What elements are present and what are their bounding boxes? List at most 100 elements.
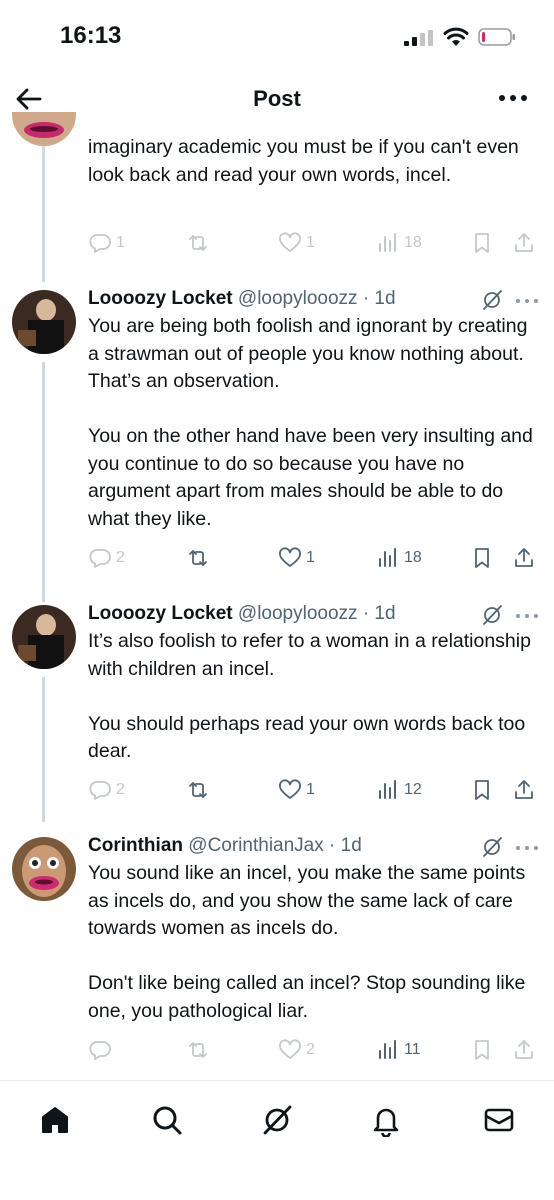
reply-button[interactable]: 1 bbox=[88, 230, 125, 256]
more-horizontal-icon[interactable] bbox=[514, 296, 540, 306]
status-time: 16:13 bbox=[60, 22, 122, 49]
bar-chart-icon bbox=[379, 233, 396, 252]
bookmark-button[interactable] bbox=[470, 1037, 494, 1063]
speech-bubble-icon bbox=[89, 234, 111, 253]
share-icon bbox=[515, 548, 533, 567]
views-count: 18 bbox=[404, 234, 422, 251]
tweet-header: Corinthian @CorinthianJax · 1d bbox=[88, 835, 362, 857]
avatar[interactable] bbox=[12, 605, 76, 669]
views-count: 18 bbox=[404, 549, 422, 566]
bookmark-button[interactable] bbox=[470, 777, 494, 803]
grok-icon[interactable] bbox=[260, 1103, 294, 1137]
bookmark-button[interactable] bbox=[470, 230, 494, 256]
like-button[interactable]: 1 bbox=[278, 777, 315, 803]
reply-tweet[interactable]: Loooozy Locket @loopylooozz · 1d You are… bbox=[0, 288, 554, 588]
bookmark-icon bbox=[475, 1040, 489, 1060]
retweet-button[interactable] bbox=[186, 230, 210, 256]
heart-icon bbox=[279, 1039, 301, 1059]
reply-count: 1 bbox=[116, 234, 125, 251]
tweet-actions: 1 1 18 bbox=[88, 230, 544, 256]
like-button[interactable]: 2 bbox=[278, 1037, 315, 1063]
tweet-header: Loooozy Locket @loopylooozz · 1d bbox=[88, 288, 396, 310]
share-button[interactable] bbox=[512, 545, 536, 571]
author-handle[interactable]: @loopylooozz bbox=[238, 603, 358, 624]
heart-icon bbox=[279, 547, 301, 567]
retweet-button[interactable] bbox=[186, 545, 210, 571]
tweet-text: You sound like an incel, you make the sa… bbox=[88, 862, 526, 1022]
retweet-icon bbox=[189, 550, 207, 566]
reply-tweet[interactable]: Corinthian @CorinthianJax · 1d You sound… bbox=[0, 835, 554, 1075]
like-count: 2 bbox=[306, 1041, 315, 1058]
tweet-actions: 2 1 12 bbox=[88, 777, 544, 803]
views-count: 12 bbox=[404, 781, 422, 798]
share-icon bbox=[515, 1040, 533, 1059]
reply-tweet[interactable]: imaginary academic you must be if you ca… bbox=[0, 112, 554, 262]
author-name[interactable]: Loooozy Locket bbox=[88, 603, 233, 624]
more-horizontal-icon[interactable] bbox=[514, 611, 540, 621]
views-button[interactable]: 18 bbox=[376, 545, 422, 571]
reply-button[interactable]: 2 bbox=[88, 777, 125, 803]
avatar[interactable] bbox=[12, 837, 76, 901]
reply-tweet[interactable]: Loooozy Locket @loopylooozz · 1d It’s al… bbox=[0, 603, 554, 823]
avatar[interactable] bbox=[12, 112, 76, 146]
tweet-text: You are being both foolish and ignorant … bbox=[88, 315, 533, 530]
speech-bubble-icon bbox=[89, 549, 111, 568]
retweet-button[interactable] bbox=[186, 777, 210, 803]
more-horizontal-icon[interactable] bbox=[514, 843, 540, 853]
more-horizontal-icon[interactable] bbox=[496, 88, 530, 108]
views-count: 11 bbox=[404, 1041, 421, 1058]
share-icon bbox=[515, 780, 533, 799]
reply-button[interactable] bbox=[88, 1037, 116, 1063]
bookmark-icon bbox=[475, 780, 489, 800]
tweet-header: Loooozy Locket @loopylooozz · 1d bbox=[88, 603, 396, 625]
bell-icon[interactable] bbox=[369, 1103, 403, 1137]
grok-icon[interactable] bbox=[480, 288, 504, 312]
tweet-time: · 1d bbox=[362, 288, 396, 309]
tweet-text: imaginary academic you must be if you ca… bbox=[88, 136, 525, 186]
like-button[interactable]: 1 bbox=[278, 545, 315, 571]
share-button[interactable] bbox=[512, 230, 536, 256]
bookmark-button[interactable] bbox=[470, 545, 494, 571]
reply-count: 2 bbox=[116, 781, 125, 798]
author-name[interactable]: Corinthian bbox=[88, 835, 183, 856]
tweet-time: · 1d bbox=[329, 835, 362, 856]
grok-icon[interactable] bbox=[480, 603, 504, 627]
wifi-icon bbox=[443, 27, 469, 46]
speech-bubble-icon bbox=[89, 1041, 111, 1060]
home-icon[interactable] bbox=[38, 1103, 72, 1137]
heart-icon bbox=[279, 232, 301, 252]
conversation-feed: imaginary academic you must be if you ca… bbox=[0, 112, 554, 1080]
battery-icon bbox=[478, 28, 515, 46]
search-icon[interactable] bbox=[150, 1103, 184, 1137]
retweet-button[interactable] bbox=[186, 1037, 210, 1063]
views-button[interactable]: 18 bbox=[376, 230, 422, 256]
bookmark-icon bbox=[475, 548, 489, 568]
share-button[interactable] bbox=[512, 777, 536, 803]
views-button[interactable]: 12 bbox=[376, 777, 422, 803]
like-button[interactable]: 1 bbox=[278, 230, 315, 256]
mail-icon[interactable] bbox=[482, 1103, 516, 1137]
like-count: 1 bbox=[306, 234, 315, 251]
tweet-actions: 2 11 bbox=[88, 1037, 544, 1063]
bar-chart-icon bbox=[379, 1040, 396, 1059]
retweet-icon bbox=[189, 235, 207, 251]
avatar[interactable] bbox=[12, 290, 76, 354]
share-button[interactable] bbox=[512, 1037, 536, 1063]
like-count: 1 bbox=[306, 781, 315, 798]
author-handle[interactable]: @loopylooozz bbox=[238, 288, 358, 309]
bookmark-icon bbox=[475, 233, 489, 253]
author-name[interactable]: Loooozy Locket bbox=[88, 288, 233, 309]
speech-bubble-icon bbox=[89, 781, 111, 800]
reply-button[interactable]: 2 bbox=[88, 545, 125, 571]
bar-chart-icon bbox=[379, 780, 396, 799]
share-icon bbox=[515, 233, 533, 252]
views-button[interactable]: 11 bbox=[376, 1037, 421, 1063]
retweet-icon bbox=[189, 782, 207, 798]
author-handle[interactable]: @CorinthianJax bbox=[188, 835, 323, 856]
page-title: Post bbox=[253, 86, 301, 111]
retweet-icon bbox=[189, 1042, 207, 1058]
bar-chart-icon bbox=[379, 548, 396, 567]
tweet-actions: 2 1 18 bbox=[88, 545, 544, 571]
tweet-text: It’s also foolish to refer to a woman in… bbox=[88, 630, 531, 762]
grok-icon[interactable] bbox=[480, 835, 504, 859]
